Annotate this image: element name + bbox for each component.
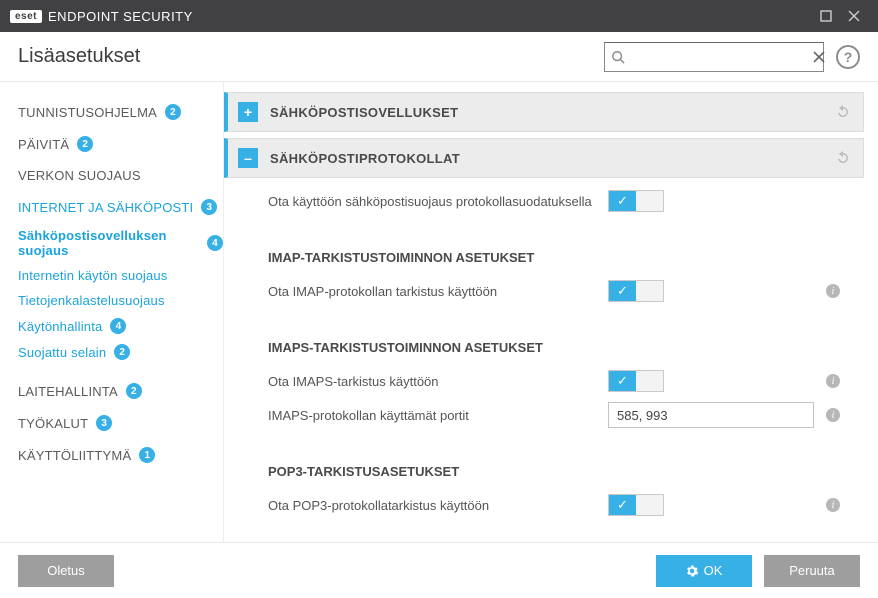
sidebar-item-label: Internetin käytön suojaus bbox=[18, 268, 168, 283]
cancel-button[interactable]: Peruuta bbox=[764, 555, 860, 587]
toggle-enable-imaps[interactable]: ✓ bbox=[608, 370, 664, 392]
product-name: ENDPOINT SECURITY bbox=[48, 9, 193, 24]
setting-label: Ota IMAPS-tarkistus käyttöön bbox=[268, 374, 608, 389]
info-icon[interactable]: i bbox=[826, 498, 840, 512]
imaps-ports-input[interactable] bbox=[608, 402, 814, 428]
setting-label: Ota IMAP-protokollan tarkistus käyttöön bbox=[268, 284, 608, 299]
sidebar-item-label: Käytönhallinta bbox=[18, 319, 102, 334]
setting-label: Ota käyttöön sähköpostisuojaus protokoll… bbox=[268, 194, 608, 209]
sidebar-item-label: INTERNET JA SÄHKÖPOSTI bbox=[18, 200, 193, 215]
toggle-enable-imap[interactable]: ✓ bbox=[608, 280, 664, 302]
section-email-protocols[interactable]: – SÄHKÖPOSTIPROTOKOLLAT bbox=[224, 138, 864, 178]
sidebar: TUNNISTUSOHJELMA 2 PÄIVITÄ 2 VERKON SUOJ… bbox=[0, 82, 224, 542]
sidebar-item-label: TYÖKALUT bbox=[18, 416, 88, 431]
footer: Oletus OK Peruuta bbox=[0, 542, 878, 598]
badge: 4 bbox=[110, 318, 126, 334]
ok-button[interactable]: OK bbox=[656, 555, 752, 587]
page-title: Lisäasetukset bbox=[18, 45, 604, 68]
expand-icon[interactable]: + bbox=[238, 102, 258, 122]
sidebar-item-label: VERKON SUOJAUS bbox=[18, 168, 141, 183]
sidebar-item-update[interactable]: PÄIVITÄ 2 bbox=[18, 128, 223, 160]
check-icon: ✓ bbox=[617, 497, 628, 513]
sidebar-item-secure-browser[interactable]: Suojattu selain 2 bbox=[18, 339, 223, 365]
header: Lisäasetukset ? bbox=[0, 32, 878, 82]
badge: 2 bbox=[77, 136, 93, 152]
check-icon: ✓ bbox=[617, 373, 628, 389]
group-heading-imap: IMAP-TARKISTUSTOIMINNON ASETUKSET bbox=[268, 250, 608, 265]
section-email-apps[interactable]: + SÄHKÖPOSTISOVELLUKSET bbox=[224, 92, 864, 132]
content: + SÄHKÖPOSTISOVELLUKSET – SÄHKÖPOSTIPROT… bbox=[224, 82, 878, 542]
revert-icon[interactable] bbox=[835, 104, 851, 120]
sidebar-item-label: LAITEHALLINTA bbox=[18, 384, 118, 399]
badge: 4 bbox=[207, 235, 223, 251]
sidebar-item-email-client-protection[interactable]: Sähköpostisovelluksen suojaus 4 bbox=[18, 223, 223, 263]
sidebar-item-label: Tietojenkalastelusuojaus bbox=[18, 293, 165, 308]
titlebar: eset ENDPOINT SECURITY bbox=[0, 0, 878, 32]
group-heading-pop3: POP3-TARKISTUSASETUKSET bbox=[268, 464, 608, 479]
sidebar-item-network[interactable]: VERKON SUOJAUS bbox=[18, 160, 223, 191]
brand-logo: eset bbox=[10, 10, 42, 23]
sidebar-item-web-control[interactable]: Käytönhallinta 4 bbox=[18, 313, 223, 339]
sidebar-item-antiphishing[interactable]: Tietojenkalastelusuojaus bbox=[18, 288, 223, 313]
badge: 3 bbox=[96, 415, 112, 431]
sidebar-item-internet-email[interactable]: INTERNET JA SÄHKÖPOSTI 3 bbox=[18, 191, 223, 223]
help-button[interactable]: ? bbox=[836, 45, 860, 69]
toggle-enable-pop3[interactable]: ✓ bbox=[608, 494, 664, 516]
window-maximize-button[interactable] bbox=[812, 2, 840, 30]
group-heading-imaps: IMAPS-TARKISTUSTOIMINNON ASETUKSET bbox=[268, 340, 608, 355]
badge: 2 bbox=[114, 344, 130, 360]
search-input[interactable] bbox=[631, 49, 807, 64]
info-icon[interactable]: i bbox=[826, 374, 840, 388]
brand: eset ENDPOINT SECURITY bbox=[10, 9, 193, 24]
sidebar-item-label: Sähköpostisovelluksen suojaus bbox=[18, 228, 199, 258]
row-enable-pop3: Ota POP3-protokollatarkistus käyttöön ✓ … bbox=[268, 488, 848, 522]
sidebar-item-ui[interactable]: KÄYTTÖLIITTYMÄ 1 bbox=[18, 439, 223, 471]
sidebar-item-web-access[interactable]: Internetin käytön suojaus bbox=[18, 263, 223, 288]
default-button[interactable]: Oletus bbox=[18, 555, 114, 587]
revert-icon[interactable] bbox=[835, 150, 851, 166]
gear-icon bbox=[686, 565, 698, 577]
clear-search-icon[interactable] bbox=[813, 51, 825, 63]
sidebar-item-tools[interactable]: TYÖKALUT 3 bbox=[18, 407, 223, 439]
setting-label: IMAPS-protokollan käyttämät portit bbox=[268, 408, 608, 423]
info-icon[interactable]: i bbox=[826, 284, 840, 298]
sidebar-item-label: Suojattu selain bbox=[18, 345, 106, 360]
section-title: SÄHKÖPOSTIPROTOKOLLAT bbox=[270, 151, 823, 166]
setting-label: Ota POP3-protokollatarkistus käyttöön bbox=[268, 498, 608, 513]
collapse-icon[interactable]: – bbox=[238, 148, 258, 168]
check-icon: ✓ bbox=[617, 283, 628, 299]
badge: 2 bbox=[126, 383, 142, 399]
row-imaps-ports: IMAPS-protokollan käyttämät portit i bbox=[268, 398, 848, 432]
badge: 3 bbox=[201, 199, 217, 215]
sidebar-item-label: PÄIVITÄ bbox=[18, 137, 69, 152]
badge: 1 bbox=[139, 447, 155, 463]
badge: 2 bbox=[165, 104, 181, 120]
window-close-button[interactable] bbox=[840, 2, 868, 30]
sidebar-item-label: TUNNISTUSOHJELMA bbox=[18, 105, 157, 120]
sidebar-item-label: KÄYTTÖLIITTYMÄ bbox=[18, 448, 131, 463]
search-icon bbox=[611, 50, 625, 64]
toggle-enable-email-protection[interactable]: ✓ bbox=[608, 190, 664, 212]
check-icon: ✓ bbox=[617, 193, 628, 209]
row-enable-imaps: Ota IMAPS-tarkistus käyttöön ✓ i bbox=[268, 364, 848, 398]
search-field-wrap[interactable] bbox=[604, 42, 824, 72]
info-icon[interactable]: i bbox=[826, 408, 840, 422]
row-enable-email-protection: Ota käyttöön sähköpostisuojaus protokoll… bbox=[268, 184, 848, 218]
sidebar-item-detection[interactable]: TUNNISTUSOHJELMA 2 bbox=[18, 96, 223, 128]
row-enable-imap: Ota IMAP-protokollan tarkistus käyttöön … bbox=[268, 274, 848, 308]
ok-label: OK bbox=[704, 563, 723, 578]
sidebar-item-device-control[interactable]: LAITEHALLINTA 2 bbox=[18, 375, 223, 407]
section-title: SÄHKÖPOSTISOVELLUKSET bbox=[270, 105, 823, 120]
